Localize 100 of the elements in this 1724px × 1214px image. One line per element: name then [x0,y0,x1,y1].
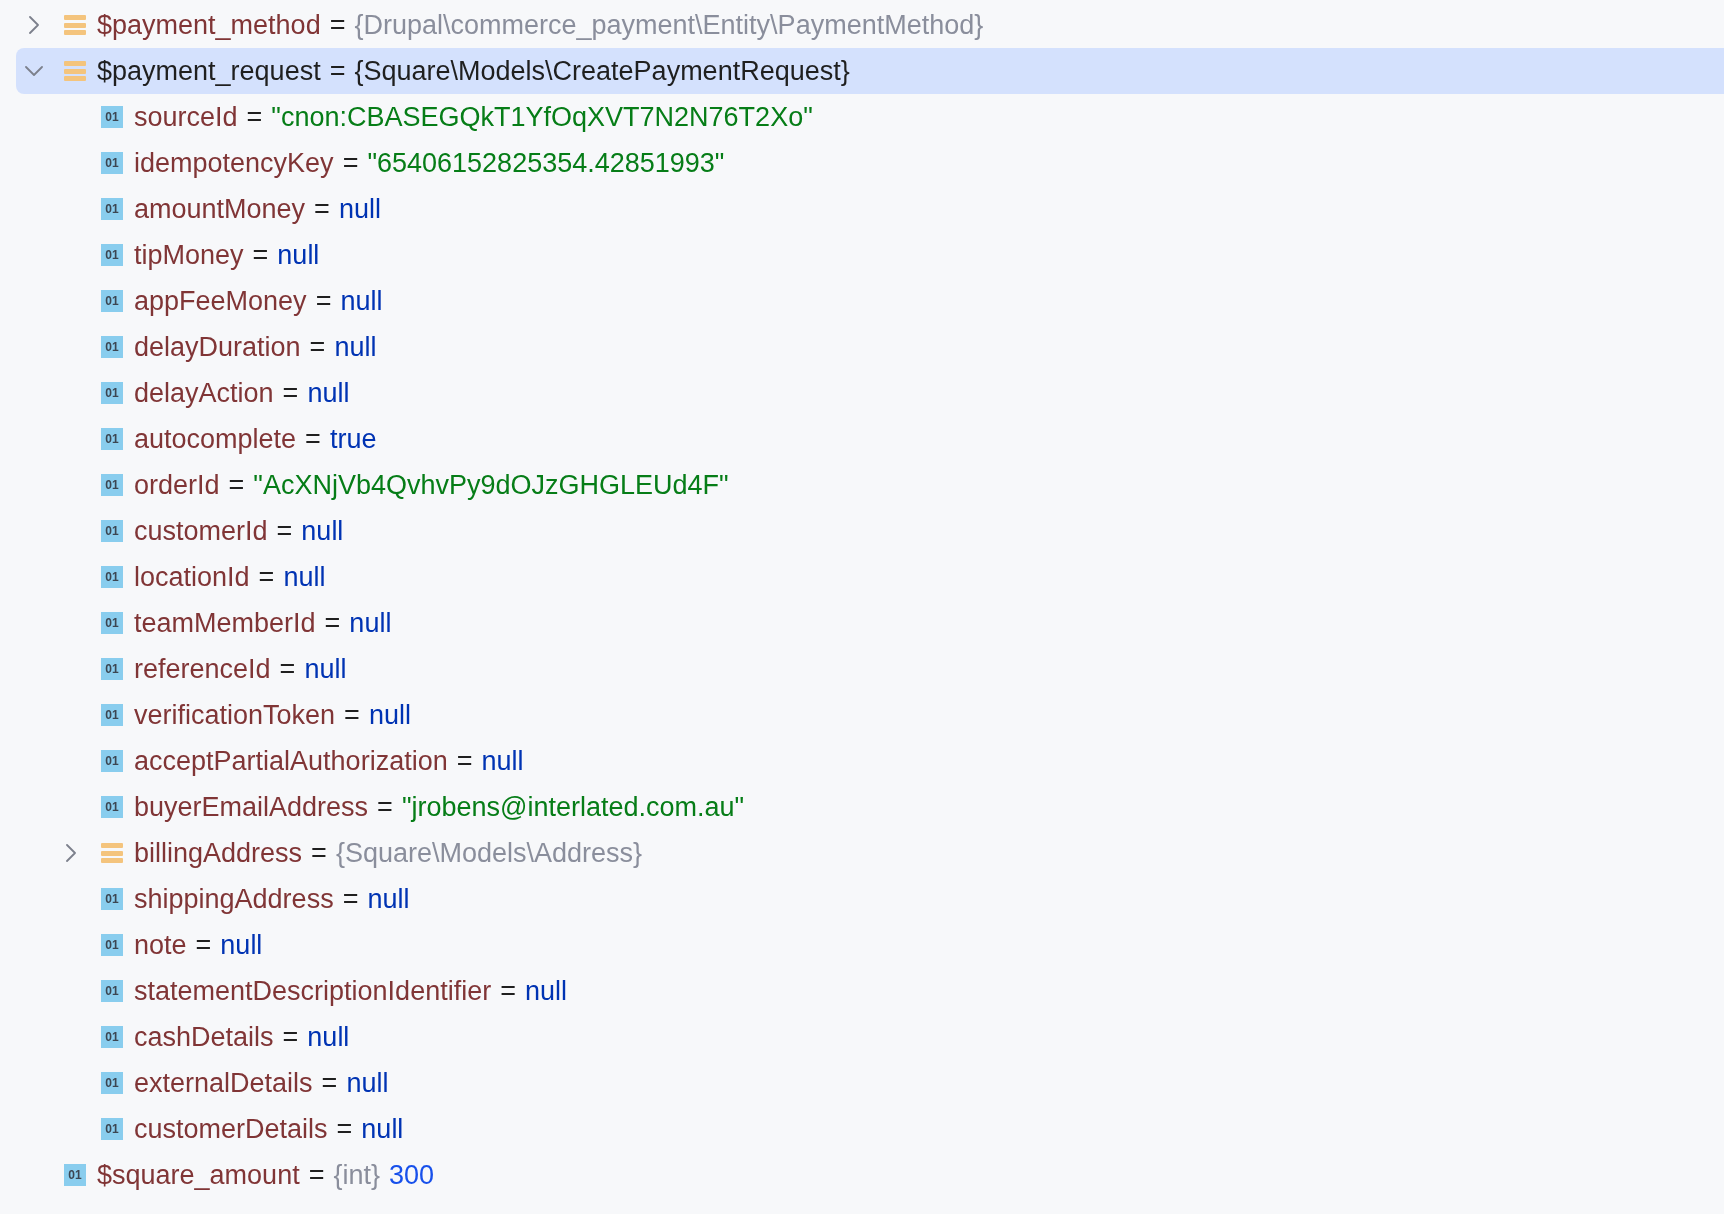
variable-value: null [301,515,344,547]
equals-sign: = [342,147,359,179]
variable-name: acceptPartialAuthorization [134,745,448,777]
tree-row[interactable]: 01 orderId = "AcXNjVb4QvhvPy9dOJzGHGLEUd4F" [16,462,1724,508]
equals-sign: = [342,883,359,915]
primitive-field-icon: 01 [101,658,123,680]
equals-sign: = [305,423,321,455]
variable-name: externalDetails [134,1067,313,1099]
equals-sign: = [329,55,346,87]
primitive-field-icon: 01 [101,888,123,910]
tree-row[interactable]: $payment_method = {Drupal\commerce_payment\Entity\PaymentMethod} [16,2,1724,48]
chevron-right-icon[interactable] [66,844,76,862]
tree-row[interactable]: 01 verificationToken = null [16,692,1724,738]
primitive-field-icon: 01 [101,980,123,1002]
variable-value: null [334,331,377,363]
primitive-field-icon: 01 [101,750,123,772]
tree-row[interactable]: 01 delayAction = null [16,370,1724,416]
equals-sign: = [279,653,296,685]
tree-row[interactable]: 01 appFeeMoney = null [16,278,1724,324]
variable-name: customerDetails [134,1113,328,1145]
tree-row[interactable]: 01 idempotencyKey = "65406152825354.42851993" [16,140,1724,186]
variable-name: teamMemberId [134,607,316,639]
chevron-down-icon[interactable] [25,66,43,76]
primitive-field-icon: 01 [101,152,123,174]
primitive-field-icon: 01 [101,428,123,450]
tree-row[interactable]: 01 acceptPartialAuthorization = null [16,738,1724,784]
tree-row[interactable]: 01 statementDescriptionIdentifier = null [16,968,1724,1014]
variable-name: cashDetails [134,1021,274,1053]
tree-row[interactable]: 01 autocomplete = true [16,416,1724,462]
stacked-bars-icon [64,61,86,81]
chevron-right-icon[interactable] [29,16,39,34]
primitive-field-icon: 01 [101,1026,123,1048]
variable-value: null [349,607,392,639]
primitive-field-icon: 01 [101,290,123,312]
equals-sign: = [315,285,332,317]
equals-sign: = [282,377,299,409]
tree-row[interactable]: $payment_request = {Square\Models\CreatePaymentRequest} [16,48,1724,94]
primitive-field-icon: 01 [101,1072,123,1094]
variable-name: note [134,929,187,961]
tree-row[interactable]: 01 tipMoney = null [16,232,1724,278]
tree-row[interactable]: 01 referenceId = null [16,646,1724,692]
equals-sign: = [311,837,327,869]
variable-name: appFeeMoney [134,285,307,317]
primitive-field-icon: 01 [101,106,123,128]
variable-name: billingAddress [134,837,303,869]
variable-value: null [524,975,567,1007]
primitive-field-icon: 01 [101,382,123,404]
variable-name: verificationToken [134,699,336,731]
variable-value: null [368,699,411,731]
variable-name: autocomplete [134,423,297,455]
tree-row[interactable]: 01 cashDetails = null [16,1014,1724,1060]
tree-row[interactable]: 01 $square_amount = {int} 300 [16,1152,1724,1198]
tree-row[interactable]: 01 shippingAddress = null [16,876,1724,922]
tree-row[interactable]: 01 teamMemberId = null [16,600,1724,646]
equals-sign: = [309,331,326,363]
variable-name: delayAction [134,377,274,409]
variable-name: idempotencyKey [134,147,334,179]
primitive-field-icon: 01 [101,566,123,588]
stacked-bars-icon [64,15,86,35]
primitive-field-icon: 01 [101,244,123,266]
equals-sign: = [500,975,516,1007]
tree-row[interactable]: 01 amountMoney = null [16,186,1724,232]
tree-row[interactable]: 01 delayDuration = null [16,324,1724,370]
tree-row[interactable]: billingAddress = {Square\Models\Address} [16,830,1724,876]
primitive-field-icon: 01 [101,474,123,496]
primitive-field-icon: 01 [101,934,123,956]
type-label: {Square\Models\CreatePaymentRequest} [354,55,850,87]
variable-name: $payment_method [97,9,321,41]
variable-value: 300 [389,1159,435,1191]
variable-value: null [481,745,524,777]
variable-value: null [277,239,320,271]
primitive-field-icon: 01 [101,704,123,726]
variable-value: null [220,929,263,961]
variable-name: tipMoney [134,239,244,271]
equals-sign: = [195,929,212,961]
variable-value: null [361,1113,404,1145]
tree-row[interactable]: 01 customerDetails = null [16,1106,1724,1152]
variable-name: orderId [134,469,220,501]
primitive-field-icon: 01 [101,336,123,358]
equals-sign: = [377,791,393,823]
tree-row[interactable]: 01 sourceId = "cnon:CBASEGQkT1YfOqXVT7N2N76T2Xo" [16,94,1724,140]
tree-row[interactable]: 01 note = null [16,922,1724,968]
tree-row[interactable]: 01 customerId = null [16,508,1724,554]
equals-sign: = [308,1159,325,1191]
variable-value: null [338,193,381,225]
tree-row[interactable]: 01 buyerEmailAddress = "jrobens@interlated.com.au" [16,784,1724,830]
equals-sign: = [329,9,346,41]
tree-row[interactable]: 01 locationId = null [16,554,1724,600]
primitive-field-icon: 01 [101,1118,123,1140]
primitive-field-icon: 01 [101,198,123,220]
equals-sign: = [344,699,360,731]
equals-sign: = [258,561,275,593]
variable-value: true [329,423,377,455]
tree-row[interactable]: 01 externalDetails = null [16,1060,1724,1106]
variable-name: locationId [134,561,250,593]
variable-name: referenceId [134,653,271,685]
variable-value: null [304,653,347,685]
variable-value: null [307,1021,350,1053]
variable-value: null [367,883,410,915]
equals-sign: = [321,1067,338,1099]
